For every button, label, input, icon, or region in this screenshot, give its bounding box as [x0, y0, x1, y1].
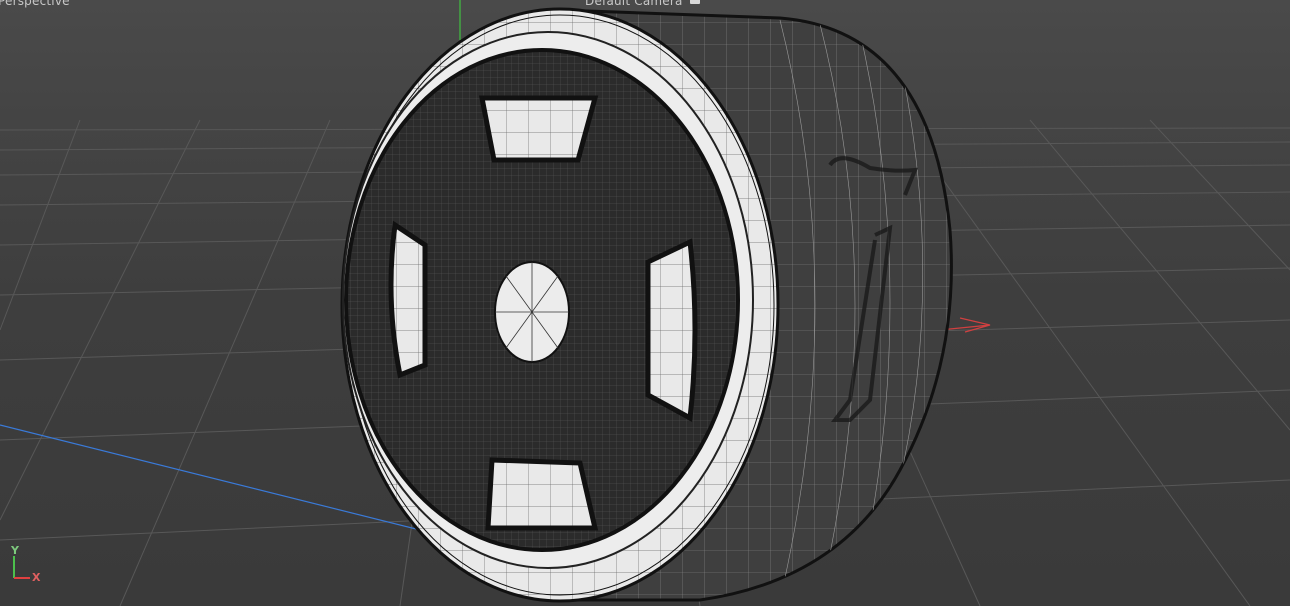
window-top [478, 95, 599, 163]
viewport-scene[interactable] [0, 0, 1290, 606]
axis-x-label: X [32, 571, 41, 584]
camera-icon[interactable] [690, 0, 700, 4]
window-left [388, 220, 428, 379]
window-bottom [485, 457, 599, 531]
axis-y-label: Y [11, 544, 19, 557]
center-cap [494, 261, 570, 363]
view-name-label[interactable]: Perspective [0, 0, 70, 8]
axis-gizmo: Y X [6, 540, 56, 590]
window-right [645, 238, 698, 422]
camera-name-label[interactable]: Default Camera [585, 0, 683, 8]
3d-viewport[interactable]: Perspective Default Camera Y X [0, 0, 1290, 606]
